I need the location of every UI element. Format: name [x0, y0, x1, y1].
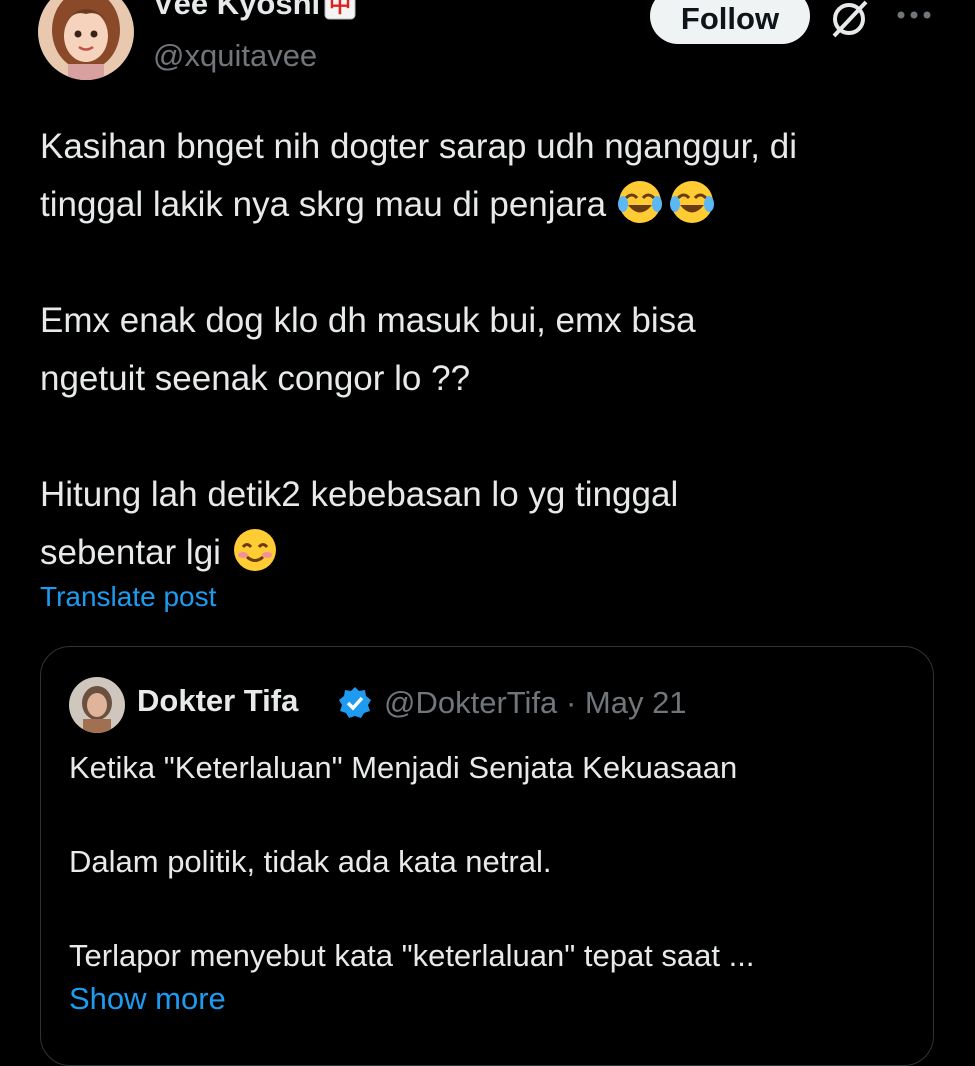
- grok-icon[interactable]: [828, 0, 870, 40]
- meta-separator: ·: [565, 685, 577, 720]
- quoted-post-card[interactable]: Dokter Tifa @DokterTifa · May 21 Ketika …: [40, 646, 934, 1066]
- quoted-line: Ketika "Keterlaluan" Menjadi Senjata Kek…: [69, 750, 738, 785]
- translate-post-link[interactable]: Translate post: [40, 581, 216, 613]
- quoted-text: Ketika "Keterlaluan" Menjadi Senjata Kek…: [69, 744, 909, 979]
- post-header: Vëe Kyoshi 中 @xquitavee Follow: [0, 0, 975, 100]
- mahjong-red-dragon-icon: 中: [324, 0, 356, 20]
- smiling-face-with-smiling-eyes-icon: [231, 526, 279, 574]
- quoted-author-avatar[interactable]: [69, 677, 125, 733]
- post-line: Emx enak dog klo dh masuk bui, emx bisa: [40, 301, 696, 340]
- quoted-handle[interactable]: @DokterTifa: [384, 685, 557, 720]
- quoted-date[interactable]: May 21: [585, 685, 687, 720]
- verified-badge-icon: [337, 685, 373, 721]
- quoted-meta: @DokterTifa · May 21: [384, 685, 687, 721]
- post-line: Kasihan bnget nih dogter sarap udh ngang…: [40, 127, 797, 166]
- post-text: Kasihan bnget nih dogter sarap udh ngang…: [40, 118, 950, 582]
- follow-button[interactable]: Follow: [650, 0, 810, 44]
- post-line: sebentar lgi: [40, 524, 950, 582]
- quoted-line: Terlapor menyebut kata "keterlaluan" tep…: [69, 938, 755, 973]
- quoted-line: Dalam politik, tidak ada kata netral.: [69, 844, 552, 879]
- quoted-display-name[interactable]: Dokter Tifa: [137, 683, 298, 719]
- author-avatar[interactable]: [38, 0, 134, 80]
- show-more-link[interactable]: Show more: [69, 981, 226, 1017]
- face-with-tears-of-joy-icon: [616, 178, 664, 226]
- post-line: tinggal lakik nya skrg mau di penjara: [40, 176, 950, 234]
- post-line: ngetuit seenak congor lo ??: [40, 359, 471, 398]
- author-handle[interactable]: @xquitavee: [153, 38, 317, 74]
- more-horizontal-icon[interactable]: [895, 8, 935, 22]
- author-display-name[interactable]: Vëe Kyoshi 中: [153, 0, 356, 23]
- post-line: Hitung lah detik2 kebebasan lo yg tingga…: [40, 475, 679, 514]
- name-badge-glyph: 中: [329, 0, 351, 18]
- face-with-tears-of-joy-icon: [668, 178, 716, 226]
